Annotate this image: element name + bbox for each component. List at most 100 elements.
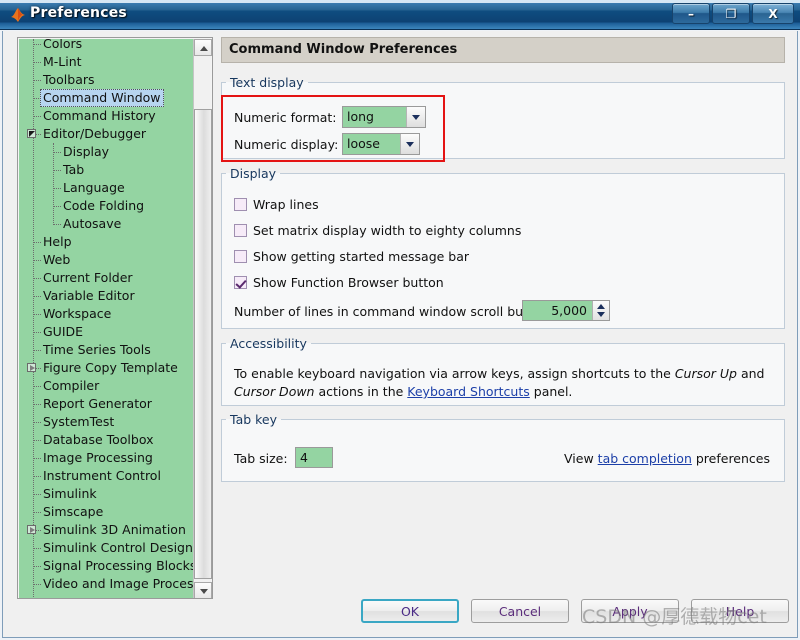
tab-completion-note: View tab completion preferences xyxy=(564,450,770,468)
tab-size-value: 4 xyxy=(300,450,308,465)
scroll-down-button[interactable] xyxy=(194,582,212,598)
sidebar-item-systemtest[interactable]: SystemTest xyxy=(19,413,194,431)
sidebar-item-simulink-control-design[interactable]: Simulink Control Design xyxy=(19,539,194,557)
checkbox-label: Wrap lines xyxy=(253,197,319,212)
sidebar-item-help[interactable]: Help xyxy=(19,233,194,251)
view-prefix: View xyxy=(564,451,598,466)
sidebar-item-tab[interactable]: Tab xyxy=(19,161,194,179)
sidebar-item-simulink-3d-animation[interactable]: Simulink 3D Animation xyxy=(19,521,194,539)
sidebar-item-label: Database Toolbox xyxy=(43,432,154,447)
sidebar-item-database-toolbox[interactable]: Database Toolbox xyxy=(19,431,194,449)
sidebar-item-label: Simulink xyxy=(43,486,97,501)
sidebar-item-figure-copy-template[interactable]: Figure Copy Template xyxy=(19,359,194,377)
checkbox-icon[interactable] xyxy=(234,276,247,289)
sidebar-item-report-generator[interactable]: Report Generator xyxy=(19,395,194,413)
sidebar-item-colors[interactable]: Colors xyxy=(19,39,194,53)
scroll-up-arrow-icon xyxy=(200,46,208,51)
sidebar-item-label: Simulink 3D Animation xyxy=(43,522,186,537)
preferences-tree[interactable]: Colors M-Lint Toolbars Command Window Comman… xyxy=(19,39,194,598)
numeric-display-combo[interactable]: loose xyxy=(342,133,420,155)
ok-button[interactable]: OK xyxy=(361,599,459,623)
numeric-display-label: Numeric display: xyxy=(234,137,339,152)
minimize-button[interactable]: – xyxy=(672,3,710,24)
cancel-button[interactable]: Cancel xyxy=(471,599,569,623)
help-button[interactable]: Help xyxy=(691,599,789,623)
sidebar-item-toolbars[interactable]: Toolbars xyxy=(19,71,194,89)
sidebar-item-instrument-control[interactable]: Instrument Control xyxy=(19,467,194,485)
accessibility-text-part3: panel. xyxy=(529,384,573,399)
sidebar-item-simulink[interactable]: Simulink xyxy=(19,485,194,503)
sidebar-item-label: Web xyxy=(43,252,71,267)
chevron-down-icon[interactable] xyxy=(406,107,425,127)
numeric-format-value: long xyxy=(347,109,374,124)
scroll-down-arrow-icon xyxy=(200,589,208,594)
cursor-down-term: Cursor Down xyxy=(234,384,315,399)
apply-button[interactable]: Apply xyxy=(581,599,679,623)
accessibility-text-part1: To enable keyboard navigation via arrow … xyxy=(234,366,675,381)
sidebar-item-video-and-image-processing[interactable]: Video and Image Processing xyxy=(19,575,194,593)
tab-size-label: Tab size: xyxy=(234,451,288,466)
sidebar-item-code-folding[interactable]: Code Folding xyxy=(19,197,194,215)
maximize-button[interactable]: ❐ xyxy=(712,3,750,24)
sidebar-item-workspace[interactable]: Workspace xyxy=(19,305,194,323)
checkbox-icon[interactable] xyxy=(234,250,247,263)
sidebar-item-display[interactable]: Display xyxy=(19,143,194,161)
sidebar-item-compiler[interactable]: Compiler xyxy=(19,377,194,395)
sidebar-item-command-window[interactable]: Command Window xyxy=(19,89,194,107)
sidebar-item-guide[interactable]: GUIDE xyxy=(19,323,194,341)
scrollbar-thumb[interactable] xyxy=(194,109,212,579)
chevron-down-icon[interactable] xyxy=(400,134,419,154)
sidebar-item-autosave[interactable]: Autosave xyxy=(19,215,194,233)
accessibility-text-and: and xyxy=(736,366,765,381)
sidebar-item-label: Image Processing xyxy=(43,450,153,465)
sidebar-item-label: Compiler xyxy=(43,378,100,393)
sidebar-item-command-history[interactable]: Command History xyxy=(19,107,194,125)
sidebar-item-label: Command Window xyxy=(40,89,164,107)
keyboard-shortcuts-link[interactable]: Keyboard Shortcuts xyxy=(407,384,530,399)
checkbox-icon[interactable] xyxy=(234,198,247,211)
tree-scrollbar[interactable] xyxy=(193,39,212,598)
numeric-format-label: Numeric format: xyxy=(234,110,337,125)
sidebar-item-language[interactable]: Language xyxy=(19,179,194,197)
spinner-arrows-icon[interactable] xyxy=(592,301,609,320)
tree-collapse-toggle-icon[interactable] xyxy=(27,129,36,138)
checkbox-icon[interactable] xyxy=(234,224,247,237)
cursor-up-term: Cursor Up xyxy=(674,366,737,381)
sidebar-item-label: M-Lint xyxy=(43,54,82,69)
tab-size-input[interactable]: 4 xyxy=(295,447,333,468)
sidebar-item-web[interactable]: Web xyxy=(19,251,194,269)
numeric-format-combo[interactable]: long xyxy=(342,106,426,128)
sidebar-item-time-series-tools[interactable]: Time Series Tools xyxy=(19,341,194,359)
sidebar-item-current-folder[interactable]: Current Folder xyxy=(19,269,194,287)
close-button[interactable]: X xyxy=(752,3,794,24)
sidebar-item-label: Instrument Control xyxy=(43,468,161,483)
sidebar-item-label: Current Folder xyxy=(43,270,133,285)
sidebar-item-image-processing[interactable]: Image Processing xyxy=(19,449,194,467)
sidebar-item-m-lint[interactable]: M-Lint xyxy=(19,53,194,71)
sidebar-item-label: Signal Processing Blockset xyxy=(43,558,194,573)
scroll-buffer-spinner[interactable]: 5,000 xyxy=(522,300,610,321)
preferences-content: Command Window Preferences Text display … xyxy=(221,37,785,599)
sidebar-item-variable-editor[interactable]: Variable Editor xyxy=(19,287,194,305)
tree-expand-toggle-icon[interactable] xyxy=(27,363,36,372)
sidebar-item-label: Language xyxy=(63,180,125,195)
sidebar-item-label: Display xyxy=(63,144,110,159)
sidebar-item-label: Time Series Tools xyxy=(43,342,151,357)
accessibility-legend: Accessibility xyxy=(230,336,307,351)
sidebar-item-signal-processing-blockset[interactable]: Signal Processing Blockset xyxy=(19,557,194,575)
sidebar-item-label: Toolbars xyxy=(43,72,95,87)
tree-expand-toggle-icon[interactable] xyxy=(27,525,36,534)
scroll-up-button[interactable] xyxy=(194,39,212,56)
sidebar-item-label: GUIDE xyxy=(43,324,84,339)
sidebar-item-label: Simscape xyxy=(43,504,104,519)
page-title: Command Window Preferences xyxy=(221,37,785,63)
sidebar-item-label: Figure Copy Template xyxy=(43,360,178,375)
sidebar-item-simscape[interactable]: Simscape xyxy=(19,503,194,521)
sidebar-item-label: Editor/Debugger xyxy=(43,126,147,141)
sidebar-item-editor-debugger[interactable]: Editor/Debugger xyxy=(19,125,194,143)
sidebar-item-label: Variable Editor xyxy=(43,288,135,303)
scroll-buffer-label: Number of lines in command window scroll… xyxy=(234,304,549,319)
window-title: Preferences xyxy=(30,5,127,21)
preferences-tree-panel: Colors M-Lint Toolbars Command Window Comman… xyxy=(17,37,213,599)
tab-completion-link[interactable]: tab completion xyxy=(598,451,692,466)
